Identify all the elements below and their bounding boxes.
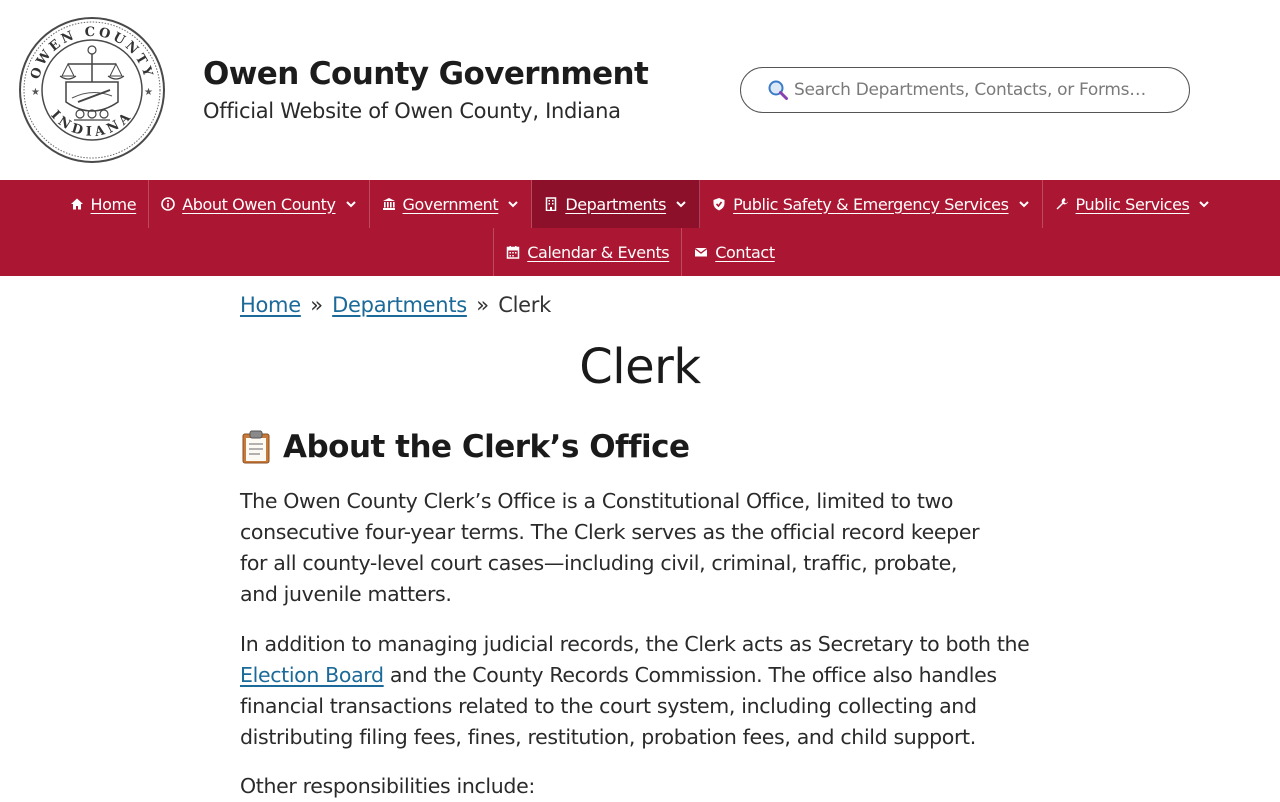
nav-item-about[interactable]: About Owen County <box>149 180 370 228</box>
nav-label: About Owen County <box>182 194 336 214</box>
shield-icon <box>713 198 725 211</box>
election-board-link[interactable]: Election Board <box>240 663 384 687</box>
nav-item-calendar[interactable]: Calendar & Events <box>493 228 683 276</box>
home-icon <box>70 198 83 210</box>
nav-item-contact[interactable]: Contact <box>682 228 786 276</box>
nav-label: Calendar & Events <box>527 242 670 262</box>
breadcrumb: Home » Departments » Clerk <box>240 293 551 317</box>
paragraph-text: In addition to managing judicial records… <box>240 632 1030 656</box>
breadcrumb-separator: » <box>310 293 323 317</box>
chevron-down-icon <box>1018 201 1029 208</box>
main-navigation: Home About Owen County Government Depart… <box>0 180 1280 276</box>
nav-item-public-services[interactable]: Public Services <box>1043 180 1223 228</box>
paragraph-intro: The Owen County Clerk’s Office is a Cons… <box>240 489 980 606</box>
bank-icon <box>382 198 395 210</box>
clipboard-icon <box>242 430 270 464</box>
calendar-icon <box>507 246 520 259</box>
section-heading-text: About the Clerk’s Office <box>283 429 690 465</box>
nav-label: Departments <box>565 194 667 214</box>
nav-item-departments[interactable]: Departments <box>532 180 701 228</box>
paragraph-duties: In addition to managing judicial records… <box>240 629 1030 753</box>
nav-label: Public Services <box>1075 194 1190 214</box>
nav-row-primary: Home About Owen County Government Depart… <box>0 180 1280 228</box>
nav-item-public-safety[interactable]: Public Safety & Emergency Services <box>700 180 1043 228</box>
wrench-icon <box>1056 198 1068 210</box>
chevron-down-icon <box>508 201 519 208</box>
svg-text:★: ★ <box>144 87 153 98</box>
county-seal-logo[interactable]: OWEN COUNTY INDIANA ★ ★ <box>18 16 166 164</box>
nav-label: Contact <box>715 242 775 262</box>
site-header: OWEN COUNTY INDIANA ★ ★ Owen County Gove… <box>0 0 1280 180</box>
breadcrumb-link-home[interactable]: Home <box>240 293 301 317</box>
site-tagline: Official Website of Owen County, Indiana <box>203 99 621 123</box>
building-icon <box>546 197 557 211</box>
chevron-down-icon <box>1199 201 1210 208</box>
breadcrumb-link-departments[interactable]: Departments <box>332 293 467 317</box>
breadcrumb-current: Clerk <box>498 293 551 317</box>
info-icon <box>161 197 175 211</box>
chevron-down-icon <box>345 201 356 208</box>
paragraph-other-responsibilities: Other responsibilities include: <box>240 774 535 798</box>
breadcrumb-separator: » <box>476 293 489 317</box>
nav-item-government[interactable]: Government <box>370 180 533 228</box>
section-heading: About the Clerk’s Office <box>240 429 690 465</box>
search-input[interactable] <box>794 80 1154 100</box>
chevron-down-icon <box>676 201 686 208</box>
envelope-icon <box>694 247 708 257</box>
nav-item-home[interactable]: Home <box>58 180 150 228</box>
site-title[interactable]: Owen County Government <box>203 56 649 92</box>
nav-label: Home <box>90 194 137 214</box>
nav-label: Government <box>402 194 499 214</box>
page-title: Clerk <box>579 339 701 395</box>
search-icon <box>768 80 788 100</box>
nav-label: Public Safety & Emergency Services <box>733 194 1009 214</box>
nav-row-secondary: Calendar & Events Contact <box>0 228 1280 276</box>
search-box[interactable] <box>740 67 1190 113</box>
svg-text:★: ★ <box>31 87 40 98</box>
